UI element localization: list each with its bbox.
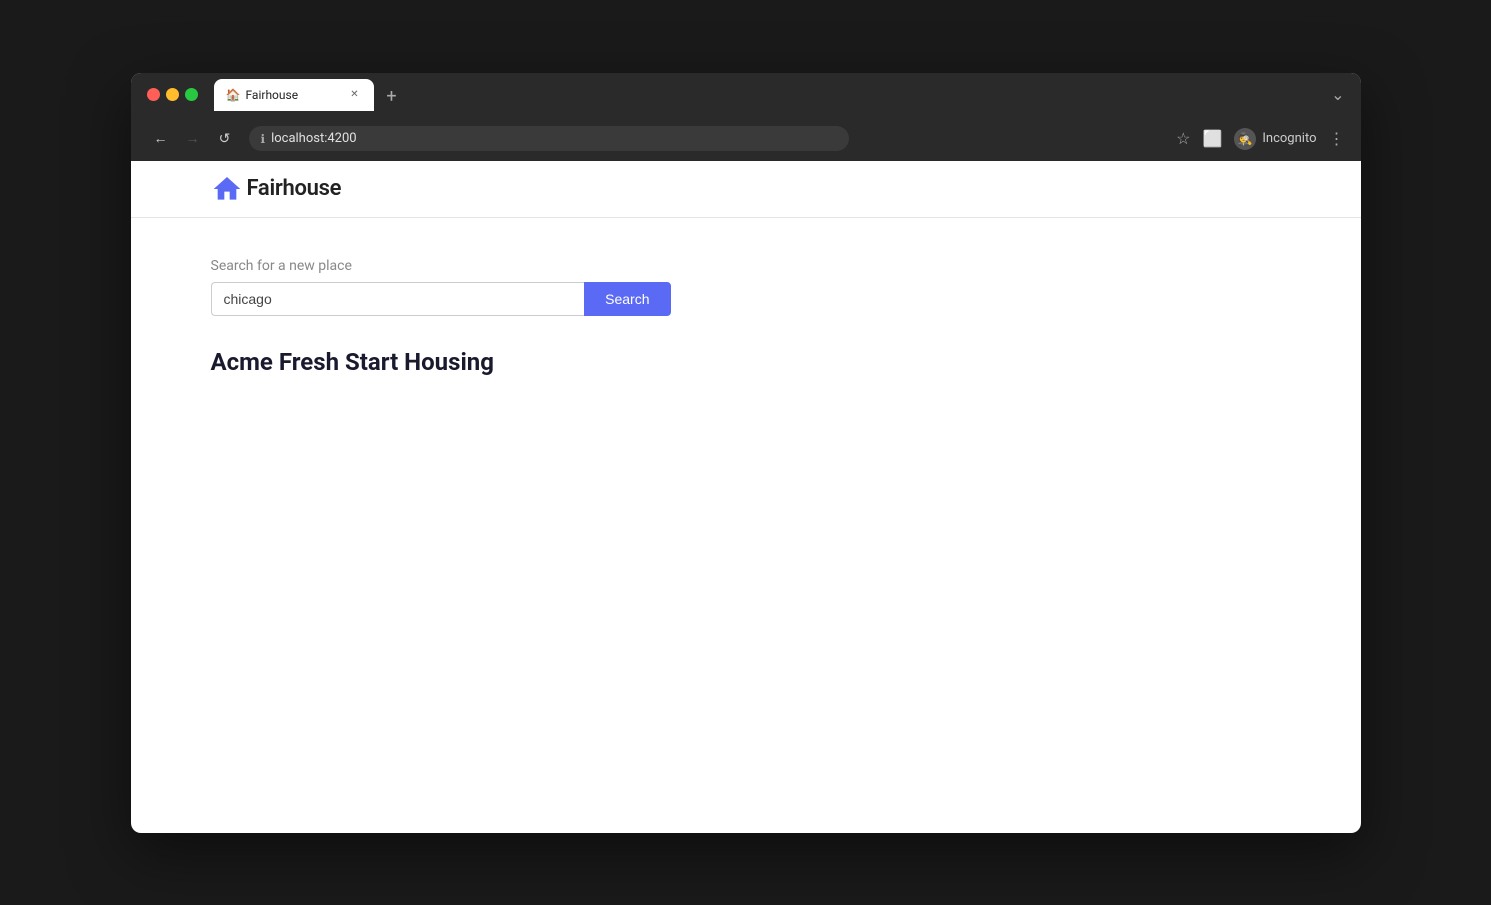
search-input[interactable]: [211, 282, 585, 316]
toolbar-right: ☆ ⬜ 🕵 Incognito ⋮: [1176, 128, 1344, 150]
minimize-traffic-light[interactable]: [166, 88, 179, 101]
browser-tab-active[interactable]: 🏠 Fairhouse ✕: [214, 79, 374, 111]
url-bar[interactable]: ℹ localhost:4200: [249, 126, 849, 151]
address-bar: ← → ↺ ℹ localhost:4200 ☆ ⬜ 🕵 Incognito: [131, 117, 1361, 161]
nav-buttons: ← → ↺: [147, 125, 239, 153]
tab-close-button[interactable]: ✕: [348, 88, 362, 102]
tabs-area: 🏠 Fairhouse ✕ +: [214, 79, 1324, 111]
title-bar: 🏠 Fairhouse ✕ + ⌄: [131, 73, 1361, 117]
logo-house-icon: [211, 173, 243, 205]
results-heading: Acme Fresh Start Housing: [211, 348, 1281, 376]
logo-text: Fairhouse: [247, 176, 342, 201]
forward-icon: →: [186, 130, 200, 147]
search-button[interactable]: Search: [584, 282, 670, 316]
back-icon: ←: [154, 130, 168, 147]
search-label: Search for a new place: [211, 258, 1281, 274]
tab-end-controls: ⌄: [1331, 85, 1344, 104]
info-icon: ℹ: [261, 132, 266, 146]
logo-link[interactable]: Fairhouse: [211, 173, 342, 205]
tab-title: Fairhouse: [246, 88, 342, 102]
back-button[interactable]: ←: [147, 125, 175, 153]
browser-window: 🏠 Fairhouse ✕ + ⌄ ← → ↺: [131, 73, 1361, 833]
incognito-label: Incognito: [1262, 131, 1316, 146]
search-section: Search for a new place Search: [211, 258, 1281, 316]
search-form: Search: [211, 282, 671, 316]
app-content: Fairhouse Search for a new place Search …: [131, 161, 1361, 833]
url-text: localhost:4200: [271, 131, 357, 146]
tab-favicon-icon: 🏠: [226, 88, 240, 102]
refresh-button[interactable]: ↺: [211, 125, 239, 153]
browser-chrome: 🏠 Fairhouse ✕ + ⌄ ← → ↺: [131, 73, 1361, 161]
main-content: Search for a new place Search Acme Fresh…: [131, 218, 1361, 833]
refresh-icon: ↺: [219, 131, 231, 147]
tab-list-chevron-icon[interactable]: ⌄: [1331, 85, 1344, 104]
app-header: Fairhouse: [131, 161, 1361, 218]
traffic-lights: [147, 88, 198, 101]
incognito-badge: 🕵 Incognito: [1234, 128, 1316, 150]
forward-button[interactable]: →: [179, 125, 207, 153]
maximize-traffic-light[interactable]: [185, 88, 198, 101]
new-tab-button[interactable]: +: [378, 83, 406, 111]
incognito-icon: 🕵: [1234, 128, 1256, 150]
bookmark-icon[interactable]: ☆: [1176, 129, 1190, 148]
close-traffic-light[interactable]: [147, 88, 160, 101]
more-options-icon[interactable]: ⋮: [1329, 129, 1345, 148]
sidebar-toggle-icon[interactable]: ⬜: [1202, 129, 1222, 148]
